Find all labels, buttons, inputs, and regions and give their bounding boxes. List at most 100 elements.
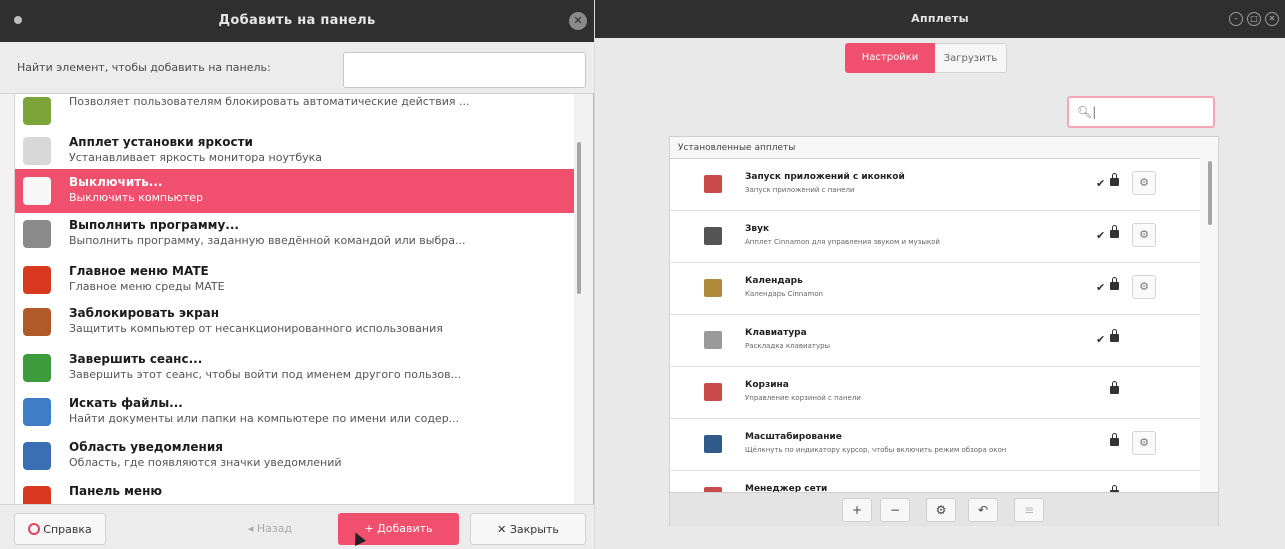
more-button[interactable]: ≡ bbox=[1014, 498, 1044, 522]
list-scrollbar[interactable] bbox=[577, 142, 581, 294]
applet-name: Область уведомления bbox=[69, 440, 223, 454]
lock-icon bbox=[1110, 329, 1119, 342]
add-to-panel-window: Добавить на панель ✕ Найти элемент, чтоб… bbox=[0, 0, 594, 549]
close-icon[interactable]: ✕ bbox=[1265, 12, 1279, 26]
applet-list-item[interactable]: Выполнить программу... Выполнить программ… bbox=[15, 212, 574, 256]
applet-name: Искать файлы... bbox=[69, 396, 183, 410]
close-button-icon: ✕ bbox=[497, 523, 510, 536]
applet-list-item[interactable]: Панель меню bbox=[15, 478, 574, 504]
applet-description: Завершить этот сеанс, чтобы войти под им… bbox=[69, 368, 462, 381]
minimize-icon[interactable]: – bbox=[1229, 12, 1243, 26]
applets-window: Апплеты – □ ✕ Настройки Загрузить 🔍︎| Ус… bbox=[595, 0, 1285, 549]
close-label: Закрыть bbox=[509, 523, 559, 536]
applet-description: Выполнить программу, заданную введённой … bbox=[69, 234, 466, 247]
applet-name: Звук bbox=[745, 224, 770, 234]
logout-icon bbox=[23, 354, 51, 382]
active-check-icon: ✔ bbox=[1096, 229, 1106, 242]
lock-icon bbox=[1110, 277, 1119, 290]
search-input[interactable] bbox=[343, 52, 586, 88]
applet-list-item[interactable]: Апплет установки яркости Устанавливает яр… bbox=[15, 129, 574, 173]
applet-name: Менеджер сети bbox=[745, 484, 828, 492]
brightness-icon bbox=[23, 137, 51, 165]
search-icon: 🔍︎| bbox=[1077, 105, 1097, 119]
applet-description: Раскладка клавиатуры bbox=[745, 342, 831, 350]
lock-icon bbox=[1110, 381, 1119, 394]
menu-bar-icon bbox=[23, 486, 51, 504]
applet-description: Щёлкнуть по индикатору курсор, чтобы вкл… bbox=[745, 446, 1007, 454]
applet-list-item[interactable]: Главное меню MATE Главное меню среды MATE bbox=[15, 258, 574, 302]
configure-button[interactable]: ⚙ bbox=[1132, 171, 1156, 195]
calendar-icon bbox=[704, 279, 722, 297]
settings-button[interactable]: ⚙ bbox=[926, 498, 956, 522]
button-bar: Справка ◂ Назад + Добавить ✕ Закрыть bbox=[0, 504, 594, 549]
applet-name: Корзина bbox=[745, 380, 789, 390]
tab-download[interactable]: Загрузить bbox=[935, 43, 1007, 73]
remove-applet-button[interactable]: − bbox=[880, 498, 910, 522]
restore-button[interactable]: ↶ bbox=[968, 498, 998, 522]
help-label: Справка bbox=[43, 523, 92, 536]
search-label: Найти элемент, чтобы добавить на панель: bbox=[17, 61, 271, 74]
applet-name: Клавиатура bbox=[745, 328, 807, 338]
applet-search-input[interactable]: 🔍︎| bbox=[1067, 96, 1215, 128]
applet-list-item[interactable]: Искать файлы... Найти документы или папки… bbox=[15, 390, 574, 434]
applet-list-item[interactable]: Завершить сеанс... Завершить этот сеанс, … bbox=[15, 346, 574, 390]
applet-description: Найти документы или папки на компьютере … bbox=[69, 412, 460, 425]
search-row: Найти элемент, чтобы добавить на панель: bbox=[0, 42, 594, 94]
applet-description: Позволяет пользователям блокировать авто… bbox=[69, 95, 470, 108]
inhibit-icon bbox=[23, 97, 51, 125]
close-button[interactable]: ✕ Закрыть bbox=[470, 513, 586, 545]
add-applet-button[interactable]: + bbox=[842, 498, 872, 522]
lock-icon bbox=[1110, 173, 1119, 186]
back-label: Назад bbox=[256, 522, 293, 535]
installed-applet-row[interactable]: Масштабирование Щёлкнуть по индикатору ку… bbox=[670, 419, 1200, 471]
configure-button[interactable]: ⚙ bbox=[1132, 431, 1156, 455]
installed-applet-row[interactable]: Звук Апплет Cinnamon для управления звуко… bbox=[670, 211, 1200, 263]
applet-name: Апплет установки яркости bbox=[69, 135, 253, 149]
applet-description: Управление корзиной с панели bbox=[745, 394, 861, 402]
configure-button[interactable]: ⚙ bbox=[1132, 223, 1156, 247]
lock-screen-icon bbox=[23, 308, 51, 336]
applet-description: Устанавливает яркость монитора ноутбука bbox=[69, 151, 323, 164]
applet-description: Выключить компьютер bbox=[69, 191, 203, 204]
applet-description: Запуск приложений с панели bbox=[745, 186, 855, 194]
window-title: Добавить на панель bbox=[218, 13, 376, 28]
applet-list-item[interactable]: Позволяет пользователям блокировать авто… bbox=[15, 94, 574, 133]
applet-name: Выполнить программу... bbox=[69, 218, 239, 232]
installed-applets-list: Запуск приложений с иконкой Запуск прилож… bbox=[670, 158, 1200, 492]
titlebar: Добавить на панель ✕ bbox=[0, 0, 594, 42]
installed-applet-row[interactable]: Запуск приложений с иконкой Запуск прилож… bbox=[670, 159, 1200, 211]
applet-description: Область, где появляются значки уведомлен… bbox=[69, 456, 342, 469]
configure-button[interactable]: ⚙ bbox=[1132, 275, 1156, 299]
back-button[interactable]: ◂ Назад bbox=[221, 513, 319, 545]
lock-icon bbox=[1110, 433, 1119, 446]
maximize-icon[interactable]: □ bbox=[1247, 12, 1261, 26]
shutdown-icon bbox=[23, 177, 51, 205]
applet-list: Позволяет пользователям блокировать авто… bbox=[14, 94, 574, 504]
help-icon bbox=[28, 523, 41, 535]
search-files-icon bbox=[23, 398, 51, 426]
lock-icon bbox=[1110, 225, 1119, 238]
applet-list-item[interactable]: Заблокировать экран Защитить компьютер от… bbox=[15, 300, 574, 344]
sound-icon bbox=[704, 227, 722, 245]
tab-installed[interactable]: Настройки bbox=[845, 43, 935, 73]
installed-applet-row[interactable]: Корзина Управление корзиной с панели bbox=[670, 367, 1200, 419]
installed-applet-row[interactable]: Менеджер сети✔ bbox=[670, 471, 1200, 492]
installed-applets-panel: Установленные апплеты Запуск приложений … bbox=[669, 136, 1219, 526]
applet-list-item[interactable]: Область уведомления Область, где появляют… bbox=[15, 434, 574, 478]
help-button[interactable]: Справка bbox=[14, 513, 106, 545]
run-program-icon bbox=[23, 220, 51, 248]
active-check-icon: ✔ bbox=[1096, 333, 1106, 346]
applets-toolbar: + − ⚙ ↶ ≡ bbox=[670, 492, 1218, 526]
installed-applet-row[interactable]: Клавиатура Раскладка клавиатуры ✔ bbox=[670, 315, 1200, 367]
add-icon: + bbox=[364, 522, 378, 535]
notification-area-icon bbox=[23, 442, 51, 470]
close-icon[interactable]: ✕ bbox=[569, 12, 587, 30]
mate-menu-icon bbox=[23, 266, 51, 294]
applet-description: Апплет Cinnamon для управления звуком и … bbox=[745, 238, 940, 246]
active-check-icon: ✔ bbox=[1096, 177, 1106, 190]
applet-list-item[interactable]: Выключить... Выключить компьютер bbox=[15, 169, 574, 213]
window-title: Апплеты bbox=[911, 12, 969, 25]
trash-icon bbox=[704, 383, 722, 401]
installed-applet-row[interactable]: Календарь Календарь Cinnamon ✔ ⚙ bbox=[670, 263, 1200, 315]
applets-scrollbar[interactable] bbox=[1208, 161, 1212, 225]
